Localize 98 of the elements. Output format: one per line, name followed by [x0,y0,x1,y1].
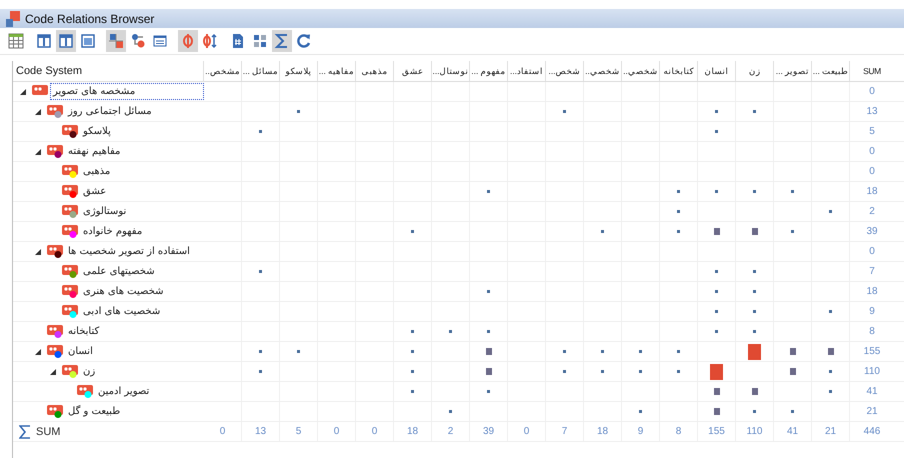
app-icon [6,10,20,26]
column-icon [58,33,74,49]
column-header[interactable]: ... مفهوم [470,61,508,81]
document-icon [230,33,246,49]
expand-icon[interactable] [34,348,42,356]
column-sum: 0 [318,422,356,441]
tiles-icon [252,33,268,49]
row-sum: 2 [868,205,876,219]
row-sum: 21 [865,405,879,419]
refresh-icon [296,33,312,49]
column-sum: 41 [774,422,812,441]
column-header[interactable]: ...شخص [546,61,584,81]
row-sum: 0 [868,85,876,99]
row-sum: 18 [865,185,879,199]
column-header[interactable]: ... مفاهیه [318,61,356,81]
code-label[interactable]: مسائل اجتماعی روز [65,103,155,120]
column-header[interactable]: ..شخصي [584,61,622,81]
table-icon [8,33,24,49]
column-sum: 2 [432,422,470,441]
column-sum: 21 [812,422,850,441]
split-button[interactable] [178,30,198,52]
code-label[interactable]: زن [80,363,98,380]
code-label[interactable]: مفهوم خانواده [80,223,146,240]
column-sum: 110 [736,422,774,441]
expand-icon[interactable] [49,368,57,376]
column-header[interactable]: SUM [850,61,894,81]
column-header[interactable]: كتابخانه [660,61,698,81]
column-sum: 0 [508,422,546,441]
column-header[interactable]: ...استفاد [508,61,546,81]
row-sum: 13 [865,105,879,119]
column-header[interactable]: Code System [13,61,204,81]
column-sum: 18 [394,422,432,441]
column-sum: 7 [546,422,584,441]
code-label[interactable]: استفاده از تصویر شخصیت ها [65,243,193,260]
code-label[interactable]: مفاهیم نهفته [65,143,124,160]
column-sum: 0 [356,422,394,441]
column-sum: 155 [698,422,736,441]
code-label[interactable]: کتابخانه [65,323,102,340]
code-label[interactable]: شخصیتهای علمی [80,263,158,280]
expand-icon[interactable] [34,248,42,256]
code-label[interactable]: پلاسکو [80,123,114,140]
total-sum: 446 [862,425,882,439]
column-header[interactable]: انسان [698,61,736,81]
row-sum: 9 [868,305,876,319]
code-label[interactable]: عشق [80,183,110,200]
matrix-button[interactable] [106,30,126,52]
row-sum: 18 [865,285,879,299]
column-sum: 5 [280,422,318,441]
code-label[interactable]: نوستالوژی [80,203,130,220]
row-sum: 155 [862,345,882,359]
column-header[interactable]: پلاسکو [280,61,318,81]
expand-icon[interactable] [34,108,42,116]
column-header[interactable]: ... تصوير [774,61,812,81]
column-sum: 9 [622,422,660,441]
column-sum: 13 [242,422,280,441]
code-label[interactable]: شخصیت های هنری [80,283,166,300]
code-label[interactable]: طبیعت و گل [65,403,124,420]
row-sum: 0 [868,145,876,159]
row-sum: 39 [865,225,879,239]
code-label[interactable]: مشخصه های تصویر [50,83,204,100]
column-sum: 39 [470,422,508,441]
expand-icon[interactable] [19,88,27,96]
code-label[interactable]: انسان [65,343,96,360]
sum-button[interactable] [272,30,292,52]
panel-icon [80,33,96,49]
code-label[interactable]: تصویر ادمین [95,383,152,400]
code-label[interactable]: شخصیت های ادبی [80,303,164,320]
code-label[interactable]: مذهبی [80,163,114,180]
column-button[interactable] [56,30,76,52]
sum-icon [19,424,31,438]
column-sum: 8 [660,422,698,441]
nodes-icon [130,33,146,49]
row-sum: 7 [868,265,876,279]
window-title: Code Relations Browser [25,12,154,26]
row-sum: 5 [868,125,876,139]
row-sum: 110 [863,365,881,379]
split-icon [180,33,196,49]
column-header[interactable]: ...نوستال [432,61,470,81]
split-arrows-icon [202,33,218,49]
column-header[interactable]: مذهبی [356,61,394,81]
row-sum: 41 [865,385,879,399]
row-sum: 0 [868,245,876,259]
number-box-icon [152,33,168,49]
column-header[interactable]: زن [736,61,774,81]
sum-label: SUM [36,426,60,438]
column-header[interactable]: ... مسائل [242,61,280,81]
column-sum: 18 [584,422,622,441]
column-sum: 0 [204,422,242,441]
column-header[interactable]: عشق [394,61,432,81]
expand-icon[interactable] [34,148,42,156]
sum-icon [274,33,290,49]
column-header[interactable]: ... طبيعت [812,61,850,81]
row-sum: 0 [868,165,876,179]
column-header[interactable]: ..شخصي [622,61,660,81]
row-sum: 8 [868,325,876,339]
column-header[interactable]: ..مشخص [204,61,242,81]
column-icon [36,33,52,49]
matrix-icon [108,33,124,49]
